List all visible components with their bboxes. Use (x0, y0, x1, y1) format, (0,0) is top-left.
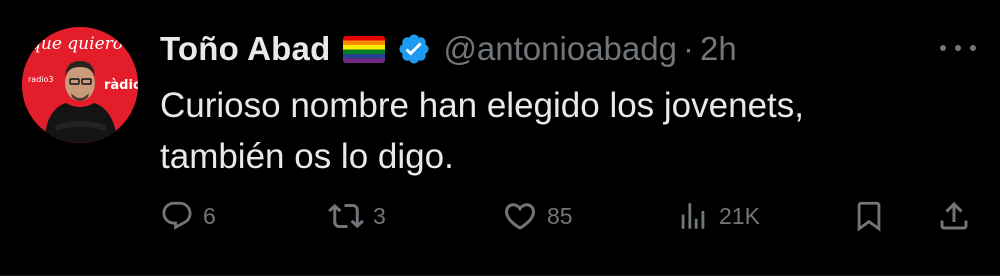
bookmark-icon (852, 199, 886, 233)
avatar-image: que quiero radio3 ràdio (22, 27, 138, 143)
more-dot (970, 45, 976, 51)
tweet-text-line-1: Curioso nombre han elegido los jovenets, (160, 86, 804, 125)
reply-icon (160, 199, 194, 233)
reply-button[interactable]: 6 (160, 194, 216, 238)
avatar-bg-text-1: que quiero (30, 34, 123, 54)
views-button[interactable]: 21K (676, 194, 760, 238)
heart-icon (502, 198, 538, 234)
tweet-text-line-2: también os lo digo. (160, 137, 454, 176)
tweet[interactable]: que quiero radio3 ràdio Toño Abad @anton… (0, 0, 1000, 276)
bookmark-button[interactable] (852, 194, 886, 238)
tweet-actions: 6 3 85 21K (0, 194, 1000, 238)
verified-badge-icon[interactable] (397, 32, 431, 66)
reply-count: 6 (203, 202, 216, 229)
avatar[interactable]: que quiero radio3 ràdio (22, 27, 138, 143)
share-button[interactable] (936, 194, 972, 238)
timestamp[interactable]: 2h (700, 30, 737, 68)
like-count: 85 (547, 202, 573, 229)
display-name[interactable]: Toño Abad (160, 30, 330, 68)
avatar-bg-text-2: radio3 (28, 75, 53, 84)
more-options-icon[interactable] (940, 36, 976, 60)
rainbow-flag-icon (343, 35, 386, 63)
retweet-button[interactable]: 3 (328, 194, 386, 238)
retweet-icon (328, 198, 364, 234)
separator-dot: · (682, 30, 694, 67)
tweet-header: Toño Abad @antonioabadg · 2h (160, 26, 737, 72)
more-dot (940, 45, 946, 51)
view-count: 21K (719, 202, 760, 229)
tweet-text: Curioso nombre han elegido los jovenets,… (160, 80, 960, 182)
like-button[interactable]: 85 (502, 194, 573, 238)
views-chart-icon (676, 199, 710, 233)
share-icon (936, 198, 972, 234)
handle[interactable]: @antonioabadg (443, 30, 677, 68)
avatar-bg-text-3: ràdio (104, 78, 138, 93)
retweet-count: 3 (373, 202, 386, 229)
more-dot (955, 45, 961, 51)
